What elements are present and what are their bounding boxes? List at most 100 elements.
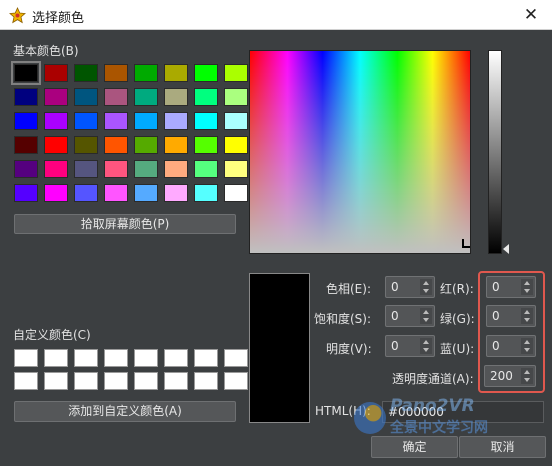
basic-color-swatch[interactable] — [104, 88, 128, 106]
basic-color-grid — [11, 61, 248, 202]
spin-arrows — [420, 338, 432, 354]
basic-color-swatch[interactable] — [74, 160, 98, 178]
html-label: HTML(H): — [315, 404, 371, 418]
basic-color-swatch[interactable] — [164, 160, 188, 178]
basic-color-swatch[interactable] — [104, 136, 128, 154]
basic-color-swatch[interactable] — [44, 112, 68, 130]
custom-color-swatch[interactable] — [14, 372, 38, 390]
basic-color-swatch[interactable] — [194, 160, 218, 178]
basic-color-swatch[interactable] — [134, 88, 158, 106]
basic-color-swatch[interactable] — [44, 136, 68, 154]
basic-color-swatch[interactable] — [224, 88, 248, 106]
luminance-arrow-icon[interactable] — [503, 244, 509, 254]
basic-color-swatch[interactable] — [104, 112, 128, 130]
custom-color-swatch[interactable] — [104, 349, 128, 367]
saturation-spinbox[interactable]: 0 — [385, 305, 435, 327]
value-spinbox[interactable]: 0 — [385, 335, 435, 357]
basic-color-swatch[interactable] — [74, 184, 98, 202]
custom-color-swatch[interactable] — [104, 372, 128, 390]
custom-color-swatch[interactable] — [74, 349, 98, 367]
basic-color-swatch[interactable] — [224, 184, 248, 202]
basic-color-swatch[interactable] — [164, 64, 188, 82]
basic-color-swatch[interactable] — [104, 160, 128, 178]
basic-color-swatch[interactable] — [134, 160, 158, 178]
custom-color-swatch[interactable] — [14, 349, 38, 367]
basic-color-swatch[interactable] — [164, 136, 188, 154]
crosshair-marker — [462, 239, 470, 248]
basic-color-swatch[interactable] — [164, 112, 188, 130]
basic-color-swatch[interactable] — [44, 64, 68, 82]
custom-color-swatch[interactable] — [44, 372, 68, 390]
basic-color-swatch[interactable] — [134, 136, 158, 154]
luminance-slider[interactable] — [488, 50, 502, 254]
down-arrow-icon[interactable] — [423, 318, 429, 322]
saturation-label: 饱和度(S): — [314, 312, 372, 326]
value-label: 明度(V): — [326, 342, 372, 356]
up-arrow-icon[interactable] — [423, 340, 429, 344]
close-icon[interactable]: ✕ — [516, 2, 546, 28]
color-preview — [249, 273, 310, 423]
basic-color-swatch[interactable] — [134, 64, 158, 82]
hue-value[interactable]: 0 — [391, 280, 399, 294]
custom-color-grid — [14, 349, 248, 390]
value-value[interactable]: 0 — [391, 339, 399, 353]
basic-color-swatch[interactable] — [194, 184, 218, 202]
basic-color-swatch[interactable] — [134, 112, 158, 130]
ok-button[interactable]: 确定 — [371, 436, 458, 458]
basic-color-swatch[interactable] — [164, 184, 188, 202]
custom-color-swatch[interactable] — [44, 349, 68, 367]
basic-color-swatch[interactable] — [134, 184, 158, 202]
basic-color-swatch[interactable] — [14, 160, 38, 178]
down-arrow-icon[interactable] — [423, 348, 429, 352]
basic-color-swatch[interactable] — [194, 136, 218, 154]
cancel-button[interactable]: 取消 — [459, 436, 546, 458]
basic-color-swatch[interactable] — [44, 160, 68, 178]
custom-colors-label: 自定义颜色(C) — [13, 328, 91, 342]
basic-color-swatch[interactable] — [104, 64, 128, 82]
spin-arrows — [420, 308, 432, 324]
basic-color-swatch[interactable] — [224, 112, 248, 130]
custom-color-swatch[interactable] — [164, 349, 188, 367]
html-color-input[interactable]: #000000 — [382, 401, 544, 423]
custom-color-swatch[interactable] — [134, 372, 158, 390]
add-to-custom-colors-button[interactable]: 添加到自定义颜色(A) — [14, 401, 236, 422]
custom-color-swatch[interactable] — [164, 372, 188, 390]
down-arrow-icon[interactable] — [423, 289, 429, 293]
basic-color-swatch[interactable] — [14, 112, 38, 130]
alpha-label: 透明度通道(A): — [392, 372, 474, 386]
basic-color-swatch[interactable] — [14, 88, 38, 106]
basic-color-swatch[interactable] — [164, 88, 188, 106]
blue-label: 蓝(U): — [440, 342, 475, 356]
saturation-value[interactable]: 0 — [391, 309, 399, 323]
up-arrow-icon[interactable] — [423, 281, 429, 285]
custom-color-swatch[interactable] — [224, 349, 248, 367]
color-spectrum[interactable] — [249, 50, 471, 254]
basic-color-swatch[interactable] — [44, 184, 68, 202]
window-title: 选择颜色 — [32, 11, 85, 26]
custom-color-swatch[interactable] — [194, 372, 218, 390]
basic-color-swatch[interactable] — [224, 136, 248, 154]
basic-color-swatch[interactable] — [74, 64, 98, 82]
basic-color-swatch[interactable] — [194, 112, 218, 130]
hue-spinbox[interactable]: 0 — [385, 276, 435, 298]
basic-color-swatch[interactable] — [74, 136, 98, 154]
basic-color-swatch[interactable] — [14, 184, 38, 202]
basic-color-swatch[interactable] — [74, 112, 98, 130]
app-icon — [9, 7, 26, 24]
custom-color-swatch[interactable] — [194, 349, 218, 367]
up-arrow-icon[interactable] — [423, 310, 429, 314]
basic-color-swatch[interactable] — [74, 88, 98, 106]
title-bar: 选择颜色 ✕ — [0, 0, 552, 30]
custom-color-swatch[interactable] — [134, 349, 158, 367]
basic-color-swatch[interactable] — [224, 160, 248, 178]
pick-screen-color-button[interactable]: 拾取屏幕颜色(P) — [14, 214, 236, 234]
custom-color-swatch[interactable] — [224, 372, 248, 390]
basic-color-swatch[interactable] — [11, 61, 41, 85]
basic-color-swatch[interactable] — [14, 136, 38, 154]
basic-color-swatch[interactable] — [224, 64, 248, 82]
basic-color-swatch[interactable] — [194, 88, 218, 106]
basic-color-swatch[interactable] — [44, 88, 68, 106]
custom-color-swatch[interactable] — [74, 372, 98, 390]
basic-color-swatch[interactable] — [194, 64, 218, 82]
basic-color-swatch[interactable] — [104, 184, 128, 202]
